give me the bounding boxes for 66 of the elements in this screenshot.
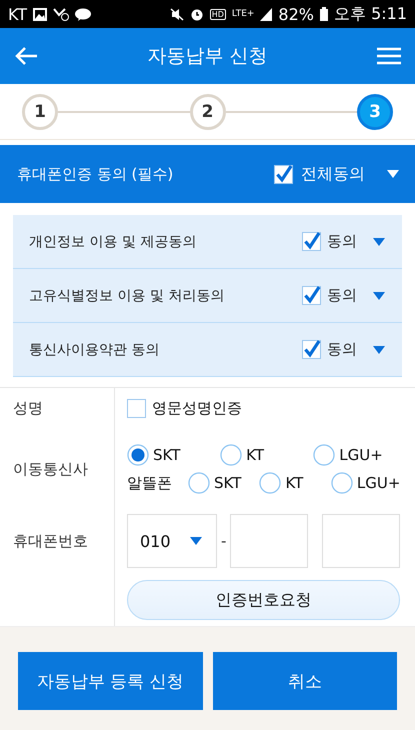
- checkbox-label: 영문성명인증: [152, 398, 242, 418]
- consent-row[interactable]: 개인정보 이용 및 제공동의 동의: [13, 215, 402, 269]
- input-field[interactable]: [322, 514, 400, 568]
- radio-label: SKT: [214, 474, 242, 492]
- step-indicator: 1: [22, 94, 58, 130]
- checkbox[interactable]: [302, 232, 321, 251]
- page-title: 자동납부 신청: [146, 44, 269, 69]
- caret-icon: [190, 537, 202, 545]
- back-button[interactable]: [14, 46, 38, 66]
- separator: -: [221, 532, 226, 550]
- battery-icon: [320, 7, 328, 21]
- radio-label: SKT: [153, 446, 180, 464]
- clock: 오후 5:11: [334, 4, 407, 24]
- step-indicator: 3: [357, 94, 393, 130]
- section-title: 휴대폰인증 동의 (필수): [17, 164, 174, 184]
- consent-label: 고유식별정보 이용 및 처리동의: [29, 286, 226, 304]
- network-indicator: HD: [210, 8, 226, 20]
- checkbox[interactable]: [274, 164, 293, 184]
- consent-label: 통신사이용약관 동의: [29, 340, 160, 358]
- input-field[interactable]: [230, 514, 308, 568]
- network-indicator: LTE+: [232, 9, 254, 19]
- consent-label: 개인정보 이용 및 제공동의: [29, 232, 198, 250]
- radio-label: KT: [285, 474, 304, 492]
- agree-all-label: 전체동의: [301, 164, 365, 184]
- image-icon: [33, 8, 48, 20]
- prefix-dropdown[interactable]: 010: [127, 514, 217, 568]
- caret-icon: [387, 170, 399, 178]
- chat-bubble-icon: [75, 8, 92, 20]
- radio-button[interactable]: [220, 444, 242, 466]
- checkbox[interactable]: [127, 398, 146, 418]
- field-label: 성명: [13, 398, 43, 418]
- action-button[interactable]: 자동납부 등록 신청: [18, 652, 202, 710]
- radio-button[interactable]: [313, 444, 336, 466]
- radio-button[interactable]: [259, 472, 282, 494]
- dropdown-value: 010: [140, 532, 171, 550]
- radio-label: KT: [246, 446, 264, 464]
- step-indicator: 2: [190, 94, 226, 130]
- field-label: 휴대폰번호: [13, 532, 88, 550]
- caret-icon: [373, 346, 385, 354]
- action-button[interactable]: 취소: [212, 652, 397, 710]
- agree-label: 동의: [327, 232, 357, 251]
- alarm-icon: [190, 7, 204, 21]
- checkbox[interactable]: [302, 340, 321, 359]
- radio-label: LGU+: [356, 474, 400, 492]
- radio-label: LGU+: [339, 446, 383, 464]
- agree-label: 동의: [327, 286, 357, 305]
- menu-button[interactable]: [377, 47, 401, 65]
- caret-icon: [373, 238, 385, 246]
- radio-button[interactable]: [127, 444, 149, 466]
- mute-icon: [170, 8, 184, 20]
- menu-icon: [377, 47, 401, 65]
- consent-row[interactable]: 고유식별정보 이용 및 처리동의 동의: [13, 269, 402, 323]
- signal-icon: [260, 8, 272, 20]
- battery-level: 82%: [278, 4, 314, 24]
- back-arrow-icon: [14, 46, 38, 66]
- request-code-button[interactable]: 인증번호요청: [127, 580, 400, 620]
- radio-button[interactable]: [330, 472, 353, 494]
- radio-button[interactable]: [188, 472, 210, 494]
- group-label: 알뜰폰: [127, 474, 172, 492]
- field-label: 이동통신사: [13, 460, 88, 478]
- agree-label: 동의: [327, 340, 357, 359]
- checkbox[interactable]: [302, 286, 321, 305]
- missed-call-icon: [53, 7, 70, 21]
- caret-icon: [373, 292, 385, 300]
- consent-row[interactable]: 통신사이용약관 동의 동의: [13, 323, 402, 377]
- carrier-name: KT: [8, 4, 28, 24]
